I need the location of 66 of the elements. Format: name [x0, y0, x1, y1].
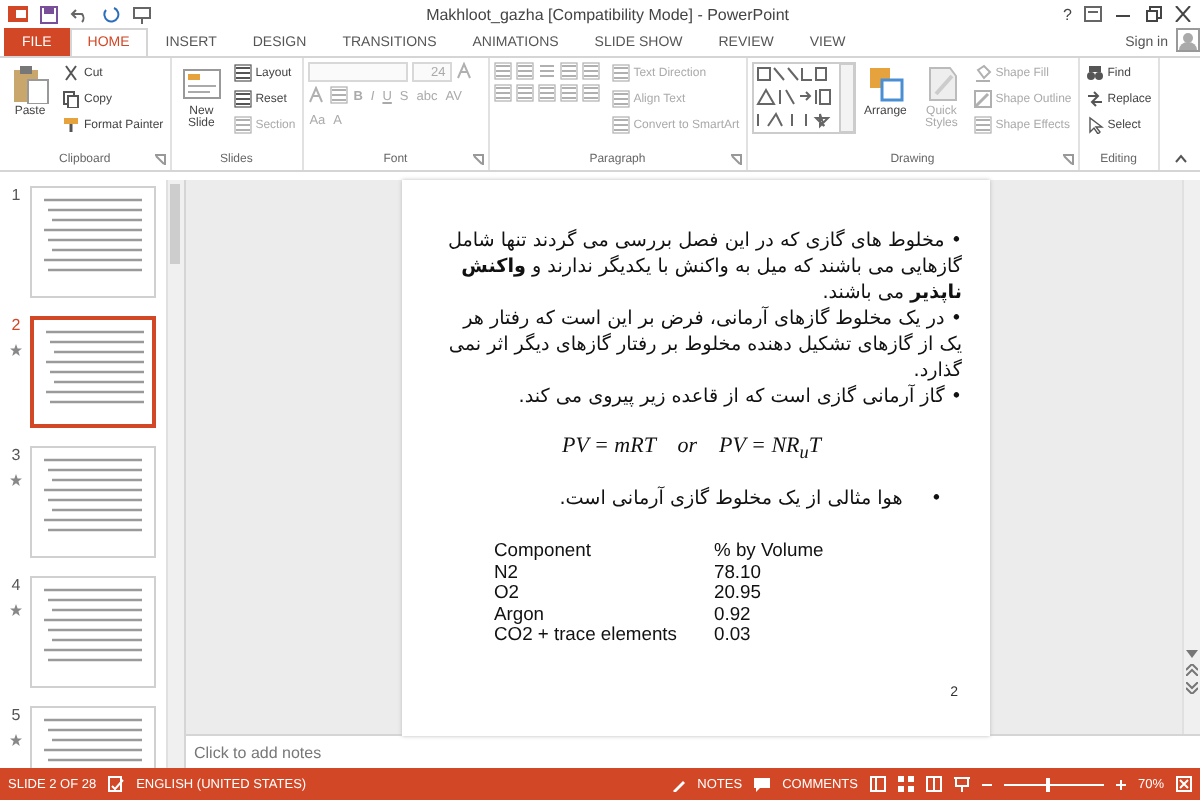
slide-number: 4 — [11, 576, 21, 594]
copy-icon — [62, 90, 80, 108]
table-cell-text: 0.03 — [714, 624, 753, 646]
save-icon[interactable] — [40, 5, 58, 23]
paint-bucket-icon — [973, 64, 992, 82]
scrollbar[interactable] — [166, 180, 184, 768]
table-cell-text: 20.95 — [714, 582, 763, 604]
maximize-icon[interactable] — [1144, 6, 1162, 22]
scissors-icon — [62, 64, 80, 82]
next-slide-icon[interactable] — [1186, 682, 1198, 694]
arrange-icon — [865, 64, 906, 104]
slide-canvas[interactable] — [402, 180, 990, 736]
slide-show-icon[interactable] — [953, 776, 970, 792]
slide-number: 5 — [11, 706, 21, 724]
fit-slide-icon[interactable] — [1176, 776, 1192, 792]
redo-icon[interactable] — [102, 5, 120, 23]
ribbon-display-icon[interactable] — [1084, 6, 1102, 22]
scroll-down-icon[interactable] — [1186, 650, 1198, 658]
clipboard-icon — [10, 64, 50, 104]
table-cell-text: N2 — [494, 561, 518, 583]
dialog-launcher-icon[interactable] — [1061, 154, 1074, 166]
table-cell-text: CO2 + trace elements — [494, 624, 679, 646]
normal-view-icon[interactable] — [869, 776, 886, 792]
dialog-launcher-icon[interactable] — [153, 154, 166, 166]
slide-sorter-icon[interactable] — [897, 776, 914, 792]
window-title: Makhloot_gazha [Compatibility Mode] - PowerPoint — [424, 5, 791, 23]
shapes-gallery[interactable] — [751, 62, 856, 134]
zoom-thumb[interactable] — [1046, 777, 1051, 791]
equation: PV = mRT or PV = NR$_{u}$T — [562, 434, 821, 463]
present-icon[interactable] — [132, 5, 152, 23]
proofing-icon[interactable] — [108, 776, 125, 792]
slide-paragraph: • مخلوط های گازی که در این فصل بررسی می گردند تنها شامل گازهایی می باشند که میل به واکنش با یکدیگر ندارند و واکنش ناپذیر می باشند. — [445, 228, 962, 306]
bullet: • — [930, 486, 942, 513]
slide-number: 3 — [11, 446, 21, 464]
column-header: % by Volume — [714, 540, 824, 562]
app-logo-icon — [8, 4, 28, 24]
table-cell-text: O2 — [494, 582, 522, 604]
notes-icon[interactable] — [671, 777, 686, 791]
previous-slide-icon[interactable] — [1186, 664, 1198, 676]
dialog-launcher-icon[interactable] — [729, 154, 742, 166]
table-cell-text: 0.92 — [714, 603, 753, 625]
close-icon[interactable] — [1174, 6, 1192, 22]
replace-icon — [1085, 90, 1104, 108]
slide-number: 2 — [11, 316, 21, 334]
undo-icon[interactable] — [70, 5, 90, 23]
reading-view-icon[interactable] — [925, 776, 942, 792]
slide-number: 1 — [11, 186, 21, 204]
comment-icon[interactable] — [754, 777, 771, 791]
zoom-in-icon[interactable] — [1115, 779, 1126, 789]
slide-icon — [181, 64, 222, 104]
binoculars-icon — [1085, 64, 1104, 82]
cursor-icon — [1085, 116, 1104, 134]
slide-paragraph: • گاز آرمانی گازی است که از قاعده زیر پیروی می کند. — [516, 384, 962, 410]
pen-icon — [973, 90, 992, 108]
table-cell-text: Argon — [494, 603, 547, 625]
column-header: Component — [494, 540, 593, 562]
dialog-launcher-icon[interactable] — [471, 154, 484, 166]
collapse-ribbon-icon[interactable] — [1174, 154, 1188, 164]
table-cell-text: 78.10 — [714, 561, 763, 583]
slide-paragraph: • در یک مخلوط گازهای آرمانی، فرض بر این است که رفتار هر یک از گازهای تشکیل دهنده مخلوط بر رفتار گازهای دیگر اثر نمی گذارد. — [446, 306, 962, 384]
slide-paragraph: هوا مثالی از یک مخلوط گازی آرمانی است. — [559, 486, 903, 513]
scrollbar[interactable] — [1182, 180, 1200, 734]
zoom-out-icon[interactable] — [981, 779, 992, 789]
help-button[interactable]: ? — [1063, 5, 1072, 23]
paintbrush-icon — [62, 116, 80, 134]
slide-thumbnail[interactable] — [30, 316, 156, 428]
